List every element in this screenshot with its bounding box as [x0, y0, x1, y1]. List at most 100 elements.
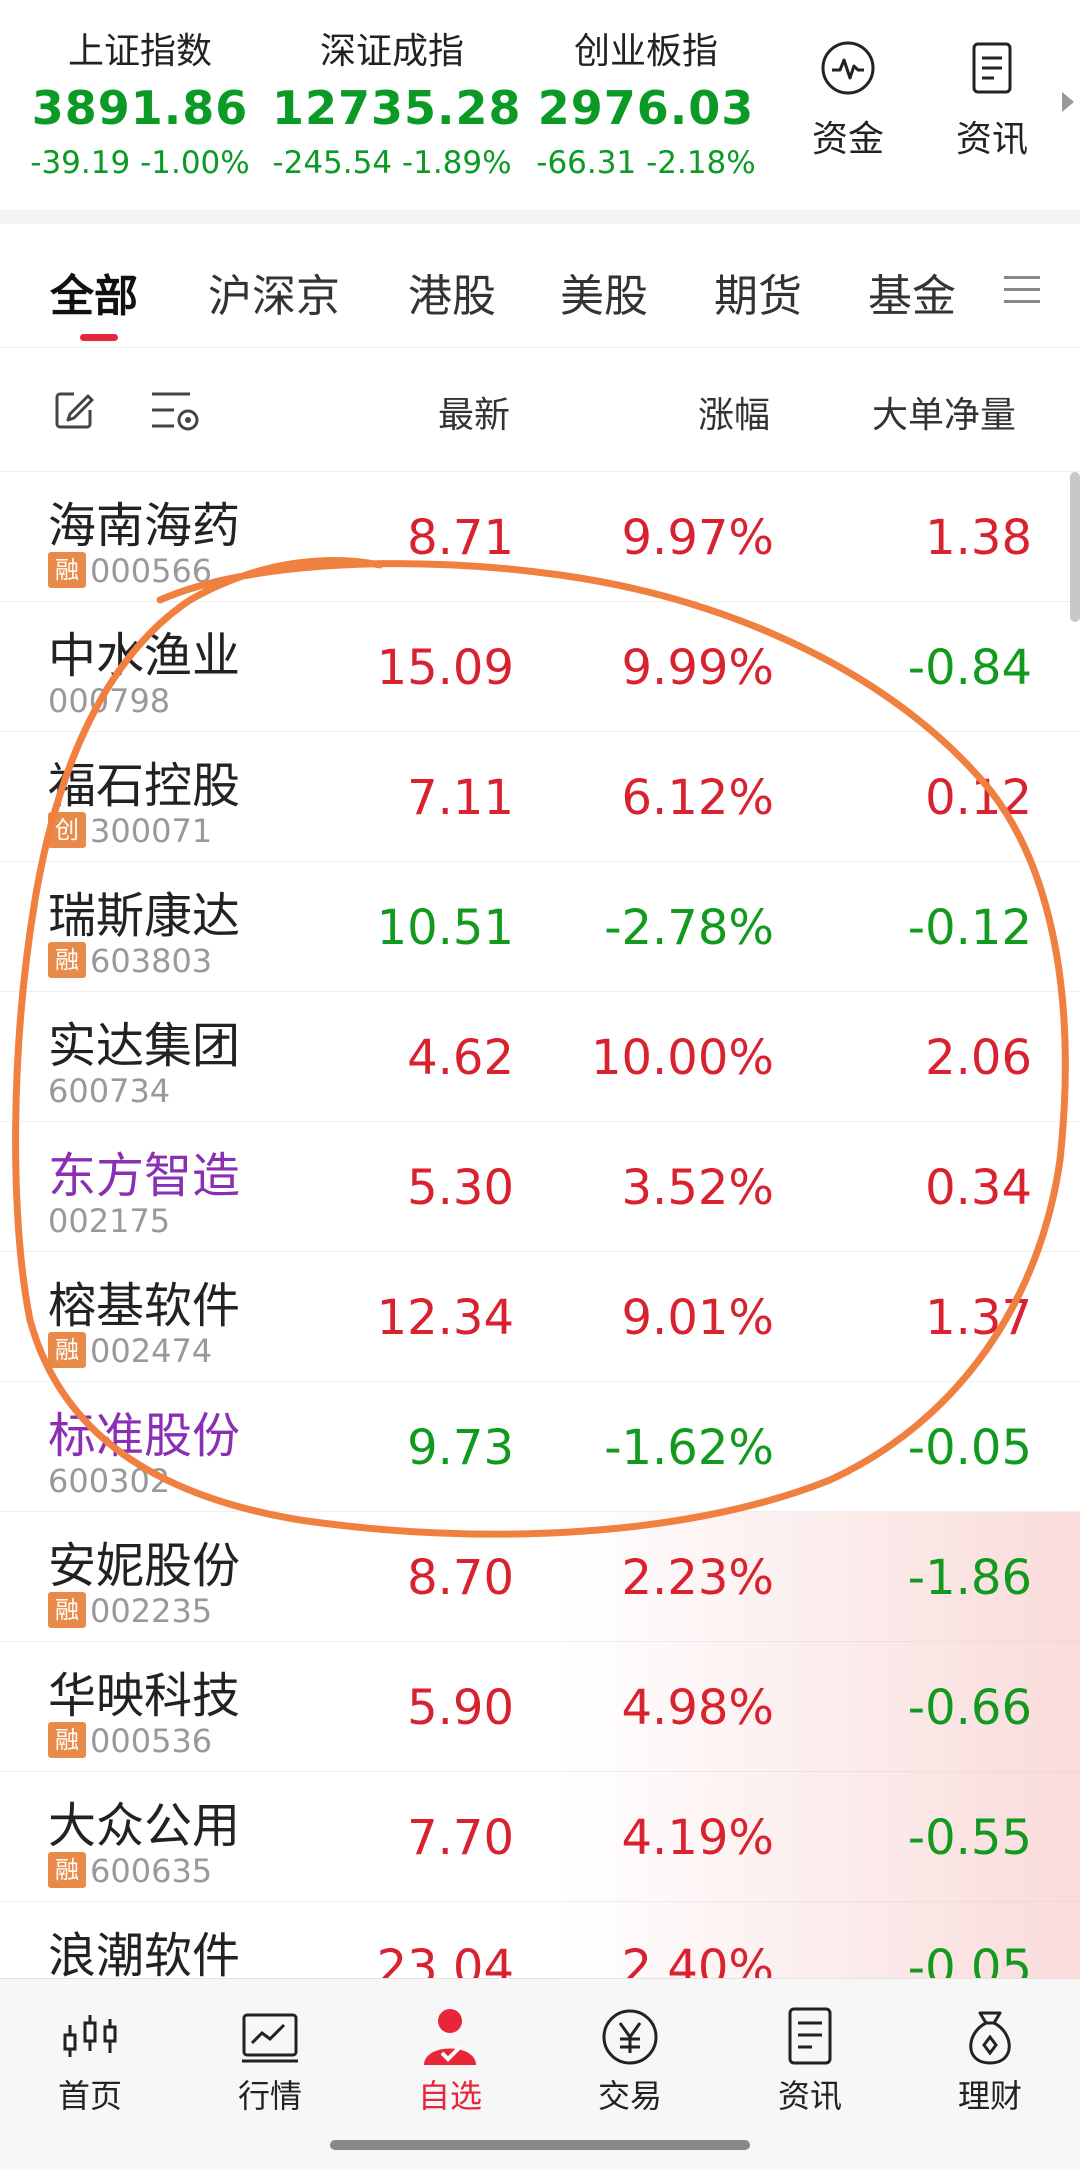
- stock-row[interactable]: 大众公用融 600635 7.70 4.19% -0.55: [0, 1772, 1080, 1902]
- stock-row[interactable]: 东方智造 002175 5.30 3.52% 0.34: [0, 1122, 1080, 1252]
- tab-hk[interactable]: 港股: [408, 260, 496, 324]
- stock-name: 实达集团: [48, 1018, 241, 1074]
- stock-price: 15.09: [376, 640, 514, 696]
- stock-net-volume: -0.05: [907, 1420, 1032, 1476]
- document-icon: [964, 40, 1020, 96]
- nav-market[interactable]: 行情: [195, 2005, 345, 2117]
- stock-net-volume: -0.55: [907, 1810, 1032, 1866]
- chart-icon: [238, 2005, 302, 2069]
- index-name: 创业板指: [573, 31, 718, 72]
- stock-net-volume: -0.66: [907, 1680, 1032, 1736]
- stock-badge: 创: [48, 812, 86, 848]
- stock-code: 融 002474: [48, 1332, 212, 1371]
- nav-news[interactable]: 资讯: [735, 2005, 885, 2117]
- stock-badge: 融: [48, 942, 86, 978]
- stock-code: 融 000566: [48, 552, 212, 591]
- stock-change: 10.00%: [590, 1030, 774, 1086]
- nav-label: 自选: [417, 2077, 482, 2115]
- stock-price: 5.30: [407, 1160, 514, 1216]
- stock-price: 12.34: [376, 1290, 514, 1346]
- stock-code: 融 002235: [48, 1592, 212, 1631]
- stock-badge: 融: [48, 1332, 86, 1368]
- stock-price: 10.51: [376, 900, 514, 956]
- pulse-circle-icon: [820, 40, 876, 96]
- stock-name: 大众公用: [48, 1798, 241, 1854]
- stock-row[interactable]: 标准股份 600302 9.73 -1.62% -0.05: [0, 1382, 1080, 1512]
- nav-watchlist[interactable]: 自选: [375, 2005, 525, 2117]
- index-change: -39.19 -1.00%: [30, 145, 250, 181]
- nav-label: 理财: [957, 2077, 1022, 2115]
- stock-net-volume: 0.12: [925, 770, 1032, 826]
- nav-wealth[interactable]: 理财: [915, 2005, 1065, 2117]
- tab-a-shares[interactable]: 沪深京: [208, 260, 340, 324]
- index-name: 深证成指: [319, 31, 464, 72]
- stock-badge: 融: [48, 1852, 86, 1888]
- edit-icon[interactable]: [52, 388, 96, 432]
- stock-row[interactable]: 海南海药融 000566 8.71 9.97% 1.38: [0, 472, 1080, 602]
- chevron-right-icon[interactable]: [1062, 92, 1074, 112]
- stock-net-volume: 2.06: [925, 1030, 1032, 1086]
- stock-row[interactable]: 榕基软件融 002474 12.34 9.01% 1.37: [0, 1252, 1080, 1382]
- quick-funds[interactable]: 资金: [788, 40, 908, 162]
- tab-us[interactable]: 美股: [560, 260, 648, 324]
- index-shenzhen[interactable]: 深证成指 12735.28 -245.54 -1.89%: [272, 28, 521, 186]
- stock-code: 000798: [48, 682, 171, 720]
- stock-name: 榕基软件: [48, 1278, 241, 1334]
- user-check-icon: [418, 2005, 482, 2069]
- stock-row[interactable]: 瑞斯康达融 603803 10.51 -2.78% -0.12: [0, 862, 1080, 992]
- settings-list-icon[interactable]: [150, 388, 202, 434]
- menu-icon[interactable]: [1004, 276, 1040, 304]
- stock-code: 创 300071: [48, 812, 212, 851]
- index-value: 3891.86: [31, 81, 249, 135]
- stock-change: 3.52%: [621, 1160, 774, 1216]
- stock-change: 9.99%: [621, 640, 774, 696]
- stock-row[interactable]: 安妮股份融 002235 8.70 2.23% -1.86: [0, 1512, 1080, 1642]
- stock-price: 7.70: [407, 1810, 514, 1866]
- nav-label: 交易: [597, 2077, 662, 2115]
- stock-row[interactable]: 中水渔业 000798 15.09 9.99% -0.84: [0, 602, 1080, 732]
- nav-home[interactable]: 首页: [15, 2005, 165, 2117]
- stock-row[interactable]: 福石控股创 300071 7.11 6.12% 0.12: [0, 732, 1080, 862]
- index-name: 上证指数: [67, 31, 212, 72]
- home-indicator[interactable]: [330, 2140, 750, 2150]
- index-shanghai[interactable]: 上证指数 3891.86 -39.19 -1.00%: [20, 28, 260, 186]
- stock-code: 融 000536: [48, 1722, 212, 1761]
- stock-change: 2.23%: [621, 1550, 774, 1606]
- money-bag-icon: [958, 2005, 1022, 2069]
- stock-name: 东方智造: [48, 1148, 241, 1204]
- nav-trade[interactable]: 交易: [555, 2005, 705, 2117]
- stock-price: 4.62: [407, 1030, 514, 1086]
- stock-change: 9.01%: [621, 1290, 774, 1346]
- stock-change: 9.97%: [621, 510, 774, 566]
- tab-funds[interactable]: 基金: [868, 260, 956, 324]
- quick-news[interactable]: 资讯: [932, 40, 1052, 162]
- stock-price: 8.71: [407, 510, 514, 566]
- stock-price: 9.73: [407, 1420, 514, 1476]
- nav-label: 资讯: [777, 2077, 842, 2115]
- index-bar: 上证指数 3891.86 -39.19 -1.00% 深证成指 12735.28…: [0, 0, 1080, 210]
- stock-name: 华映科技: [48, 1668, 241, 1724]
- stock-row[interactable]: 华映科技融 000536 5.90 4.98% -0.66: [0, 1642, 1080, 1772]
- stock-net-volume: 0.34: [925, 1160, 1032, 1216]
- yuan-icon: [598, 2005, 662, 2069]
- column-price[interactable]: 最新: [438, 386, 510, 438]
- candlestick-icon: [58, 2005, 122, 2069]
- column-net-volume[interactable]: 大单净量: [872, 386, 1016, 438]
- scrollbar[interactable]: [1070, 472, 1080, 622]
- nav-label: 首页: [57, 2077, 122, 2115]
- stock-name: 海南海药: [48, 498, 241, 554]
- divider: [0, 210, 1080, 224]
- stock-row[interactable]: 实达集团 600734 4.62 10.00% 2.06: [0, 992, 1080, 1122]
- tab-all[interactable]: 全部: [50, 260, 138, 324]
- stock-name: 安妮股份: [48, 1538, 241, 1594]
- index-chinext[interactable]: 创业板指 2976.03 -66.31 -2.18%: [526, 28, 766, 186]
- tab-futures[interactable]: 期货: [714, 260, 802, 324]
- stock-name: 标准股份: [48, 1408, 241, 1464]
- stock-name: 瑞斯康达: [48, 888, 241, 944]
- stock-badge: 融: [48, 1722, 86, 1758]
- stock-net-volume: -0.12: [907, 900, 1032, 956]
- index-value: 2976.03: [537, 81, 755, 135]
- column-change[interactable]: 涨幅: [698, 386, 770, 438]
- stock-change: 4.19%: [621, 1810, 774, 1866]
- index-change: -66.31 -2.18%: [536, 145, 756, 181]
